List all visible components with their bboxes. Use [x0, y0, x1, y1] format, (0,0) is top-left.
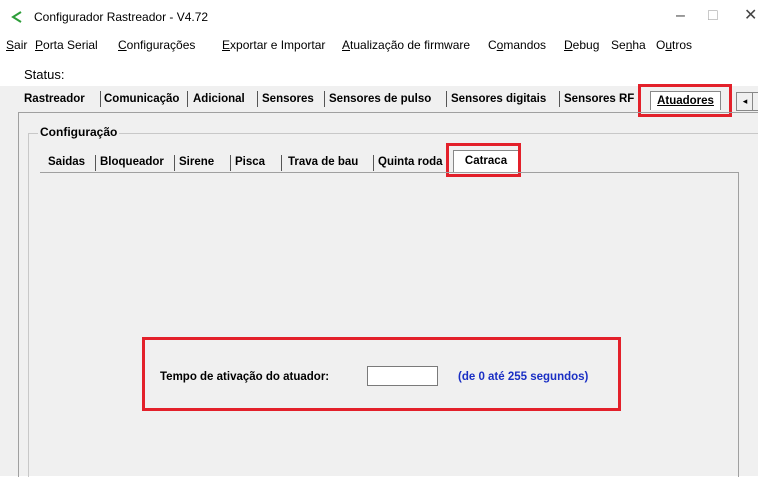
tab-adicional[interactable]: Adicional [193, 93, 245, 105]
tab-sensores-digitais[interactable]: Sensores digitais [451, 93, 546, 105]
tab-comunicacao[interactable]: Comunicação [104, 93, 179, 105]
highlight-box-activation-field [142, 337, 621, 411]
menu-configuracoes[interactable]: Configurações [118, 38, 195, 52]
status-label: Status: [24, 67, 65, 82]
tab-separator [100, 91, 101, 107]
subtab-bloqueador[interactable]: Bloqueador [100, 156, 164, 168]
subtab-quinta-roda[interactable]: Quinta roda [378, 156, 443, 168]
tab-separator [257, 91, 258, 107]
tab-separator [230, 155, 231, 171]
minimize-button[interactable]: – [676, 6, 685, 26]
tab-separator [95, 155, 96, 171]
tab-separator [324, 91, 325, 107]
tab-separator [446, 91, 447, 107]
menu-comandos[interactable]: Comandos [488, 38, 546, 52]
tab-separator [187, 91, 188, 107]
menu-debug[interactable]: Debug [564, 38, 599, 52]
menu-outros[interactable]: Outros [656, 38, 692, 52]
menu-exportar-importar[interactable]: Exportar e Importar [222, 38, 325, 52]
tab-separator [174, 155, 175, 171]
tab-separator [559, 91, 560, 107]
menu-bar: Sair Porta Serial Configurações Exportar… [0, 36, 758, 56]
menu-sair[interactable]: Sair [6, 38, 27, 52]
tab-separator [281, 155, 282, 171]
close-button[interactable]: ✕ [744, 6, 757, 26]
menu-senha[interactable]: Senha [611, 38, 646, 52]
menu-porta-serial[interactable]: Porta Serial [35, 38, 98, 52]
catraca-panel [40, 172, 739, 477]
tab-separator [373, 155, 374, 171]
chevron-logo-icon [11, 11, 22, 23]
subtab-sirene[interactable]: Sirene [179, 156, 214, 168]
subtab-saidas[interactable]: Saidas [48, 156, 85, 168]
subtab-pisca[interactable]: Pisca [235, 156, 265, 168]
title-bar: Configurador Rastreador - V4.72 – □ ✕ [0, 0, 758, 36]
sub-tab-strip: Saidas Bloqueador Sirene Pisca Trava de … [40, 153, 460, 173]
tab-rastreador[interactable]: Rastreador [24, 93, 85, 105]
maximize-button[interactable]: □ [708, 6, 718, 26]
tab-sensores[interactable]: Sensores [262, 93, 314, 105]
config-group-label: Configuração [38, 125, 120, 139]
tab-sensores-rf[interactable]: Sensores RF [564, 93, 634, 105]
tab-sensores-de-pulso[interactable]: Sensores de pulso [329, 93, 431, 105]
menu-atualizacao-firmware[interactable]: Atualização de firmware [342, 38, 470, 52]
tab-scroll-right-button[interactable] [752, 92, 758, 111]
subtab-trava-de-bau[interactable]: Trava de bau [288, 156, 358, 168]
window-title: Configurador Rastreador - V4.72 [34, 10, 209, 24]
